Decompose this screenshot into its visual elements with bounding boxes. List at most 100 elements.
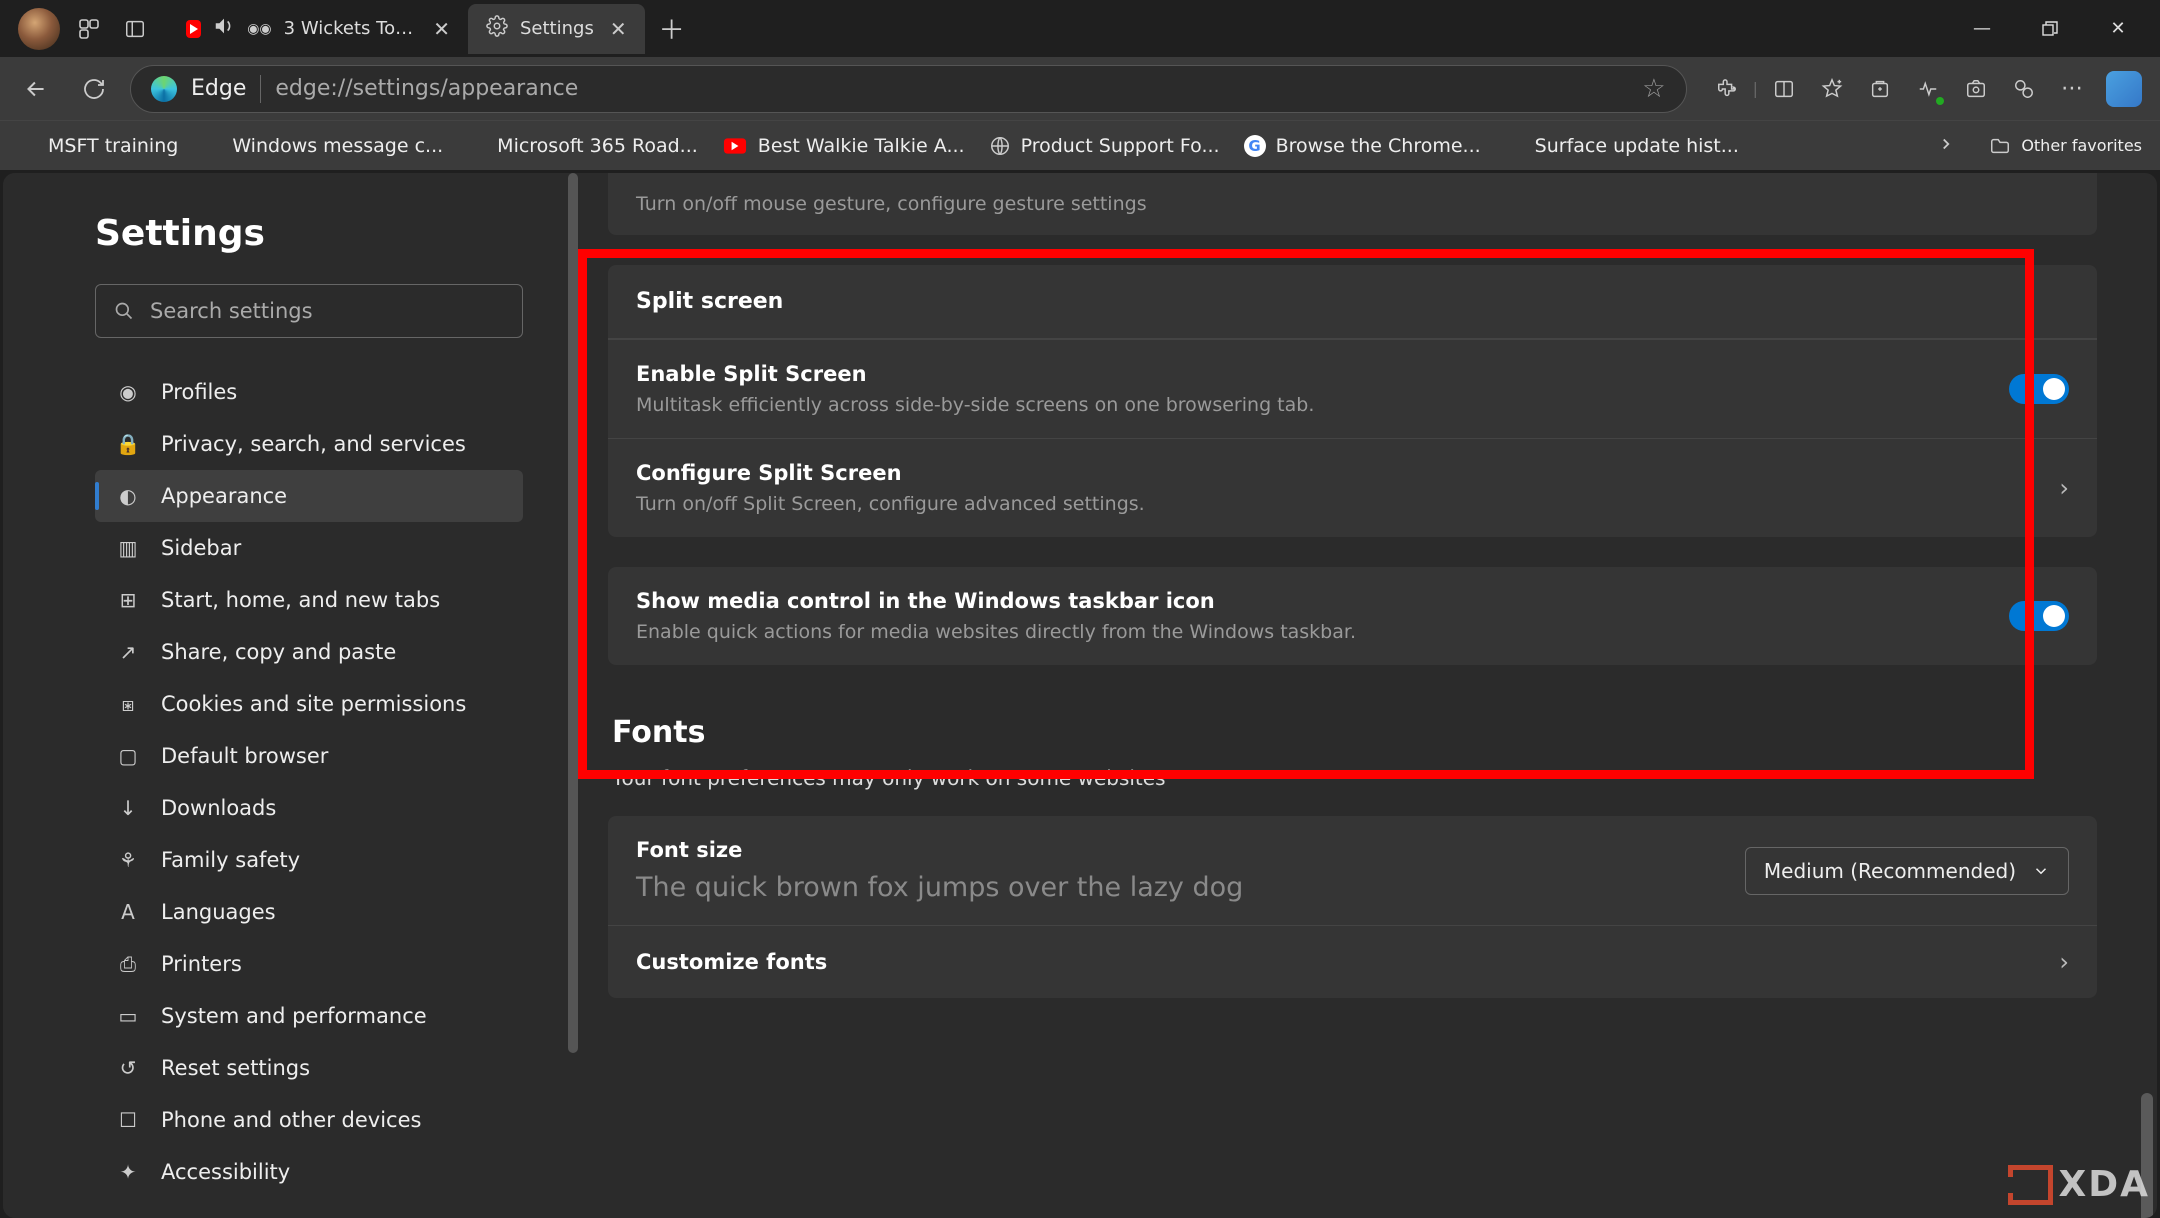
microsoft-icon — [1505, 136, 1525, 156]
edge-logo-icon — [151, 76, 177, 102]
close-window-button[interactable]: ✕ — [2084, 4, 2152, 54]
workspaces-icon[interactable] — [66, 6, 112, 52]
profile-icon: ◉ — [115, 380, 141, 404]
refresh-button[interactable] — [72, 67, 116, 111]
tab-actions-icon[interactable] — [112, 6, 158, 52]
bookmark-item[interactable]: Surface update hist... — [1505, 135, 1739, 157]
maximize-button[interactable] — [2016, 4, 2084, 54]
more-icon[interactable]: ⋯ — [2050, 67, 2094, 111]
other-favorites-button[interactable]: Other favorites — [1989, 135, 2142, 157]
sidebar-item-cookies[interactable]: ⧆Cookies and site permissions — [95, 678, 523, 730]
profile-avatar[interactable] — [18, 8, 60, 50]
close-icon[interactable]: ✕ — [610, 17, 627, 41]
chevron-down-icon — [2032, 862, 2050, 880]
bookmark-label: Windows message c... — [232, 135, 443, 157]
scrollbar-thumb[interactable] — [568, 173, 578, 1053]
sidebar-item-printers[interactable]: ⎙Printers — [95, 938, 523, 990]
font-size-select[interactable]: Medium (Recommended) — [1745, 847, 2069, 895]
capture-icon[interactable] — [1954, 67, 1998, 111]
bookmark-item[interactable]: Best Walkie Talkie A... — [722, 135, 965, 157]
settings-sidebar: Settings Search settings ◉Profiles 🔒Priv… — [3, 173, 578, 1218]
back-button[interactable] — [14, 67, 58, 111]
sidebar-item-privacy[interactable]: 🔒Privacy, search, and services — [95, 418, 523, 470]
sidebar-item-reset[interactable]: ↺Reset settings — [95, 1042, 523, 1094]
bookmark-item[interactable]: G Browse the Chrome... — [1244, 135, 1481, 157]
bookmark-label: MSFT training — [48, 135, 178, 157]
address-bar[interactable]: Edge edge://settings/appearance ☆ — [130, 65, 1687, 113]
enable-split-desc: Multitask efficiently across side-by-sid… — [636, 394, 1989, 416]
sidebar-item-system[interactable]: ▭System and performance — [95, 990, 523, 1042]
sidebar-item-languages[interactable]: ALanguages — [95, 886, 523, 938]
bookmark-item[interactable]: MSFT training — [18, 135, 178, 157]
bookmark-label: Browse the Chrome... — [1276, 135, 1481, 157]
gesture-card: Turn on/off mouse gesture, configure ges… — [608, 173, 2097, 235]
media-control-row: Show media control in the Windows taskba… — [608, 567, 2097, 665]
sidebar-item-appearance[interactable]: ◐Appearance — [95, 470, 523, 522]
toolbar: Edge edge://settings/appearance ☆ | ⋯ — [0, 57, 2160, 120]
url-label: Edge — [191, 76, 246, 101]
system-icon: ▭ — [115, 1004, 141, 1028]
bookmark-item[interactable]: Windows message c... — [202, 135, 443, 157]
favorite-star-icon[interactable]: ☆ — [1642, 74, 1665, 104]
media-control-toggle[interactable] — [2009, 601, 2069, 631]
search-settings-input[interactable]: Search settings — [95, 284, 523, 338]
health-icon[interactable] — [1906, 67, 1950, 111]
enable-split-toggle[interactable] — [2009, 374, 2069, 404]
performance-icon[interactable] — [2002, 67, 2046, 111]
new-tab-button[interactable]: ＋ — [651, 8, 693, 50]
configure-split-row[interactable]: Configure Split Screen Turn on/off Split… — [608, 438, 2097, 537]
printer-icon: ⎙ — [115, 952, 141, 976]
sidebar-item-downloads[interactable]: ↓Downloads — [95, 782, 523, 834]
microsoft-icon — [202, 136, 222, 156]
bookmark-item[interactable]: Microsoft 365 Road... — [467, 135, 698, 157]
sidebar-item-sidebar[interactable]: ▥Sidebar — [95, 522, 523, 574]
share-icon: ↗ — [115, 640, 141, 664]
sidebar-item-accessibility[interactable]: ✦Accessibility — [95, 1146, 523, 1198]
extensions-icon[interactable] — [1705, 67, 1749, 111]
gear-icon — [486, 15, 508, 42]
sidebar-item-share[interactable]: ↗Share, copy and paste — [95, 626, 523, 678]
customize-fonts-label: Customize fonts — [636, 950, 2039, 974]
main-scrollbar[interactable] — [2141, 173, 2153, 1218]
enable-split-row: Enable Split Screen Multitask efficientl… — [608, 339, 2097, 438]
titlebar: ◉◉ 3 Wickets To Win | Final C ✕ Settings… — [0, 0, 2160, 57]
sidebar-item-family[interactable]: ⚘Family safety — [95, 834, 523, 886]
sound-icon — [213, 15, 235, 42]
sidebar-item-profiles[interactable]: ◉Profiles — [95, 366, 523, 418]
close-icon[interactable]: ✕ — [433, 17, 450, 41]
favorites-icon[interactable] — [1810, 67, 1854, 111]
youtube-icon — [186, 20, 201, 38]
collections-icon[interactable] — [1858, 67, 1902, 111]
font-size-label: Font size — [636, 838, 1725, 862]
lock-icon: 🔒 — [115, 432, 141, 456]
phone-icon: ☐ — [115, 1108, 141, 1132]
bookmark-label: Best Walkie Talkie A... — [758, 135, 965, 157]
tab-0[interactable]: ◉◉ 3 Wickets To Win | Final C ✕ — [168, 4, 468, 54]
gesture-desc: Turn on/off mouse gesture, configure ges… — [636, 173, 2069, 215]
sidebar-item-start[interactable]: ⊞Start, home, and new tabs — [95, 574, 523, 626]
copilot-icon[interactable] — [2106, 71, 2142, 107]
sidebar-nav: ◉Profiles 🔒Privacy, search, and services… — [95, 366, 523, 1198]
customize-fonts-row[interactable]: Customize fonts › — [608, 925, 2097, 998]
configure-split-title: Configure Split Screen — [636, 461, 2039, 485]
tab-title: Settings — [520, 18, 594, 39]
bookmark-label: Surface update hist... — [1535, 135, 1739, 157]
tab-1[interactable]: Settings ✕ — [468, 4, 645, 54]
content-area: Settings Search settings ◉Profiles 🔒Priv… — [3, 173, 2157, 1218]
split-screen-icon[interactable] — [1762, 67, 1806, 111]
panel-icon: ▥ — [115, 536, 141, 560]
search-icon — [114, 301, 134, 321]
minimize-button[interactable]: — — [1948, 4, 2016, 54]
chevron-right-icon: › — [2059, 948, 2069, 976]
sidebar-scrollbar[interactable] — [568, 173, 578, 1218]
tab-title: 3 Wickets To Win | Final C — [284, 18, 418, 39]
bookmark-item[interactable]: Product Support Fo... — [989, 135, 1220, 157]
sidebar-item-phone[interactable]: ☐Phone and other devices — [95, 1094, 523, 1146]
url-text: edge://settings/appearance — [275, 76, 1628, 101]
bookmarks-overflow-button[interactable] — [1927, 129, 1965, 163]
browser-icon: ▢ — [115, 744, 141, 768]
sidebar-item-default-browser[interactable]: ▢Default browser — [95, 730, 523, 782]
fonts-card: Font size The quick brown fox jumps over… — [608, 816, 2097, 998]
toolbar-actions: | ⋯ — [1701, 67, 2146, 111]
globe-icon — [989, 135, 1011, 157]
